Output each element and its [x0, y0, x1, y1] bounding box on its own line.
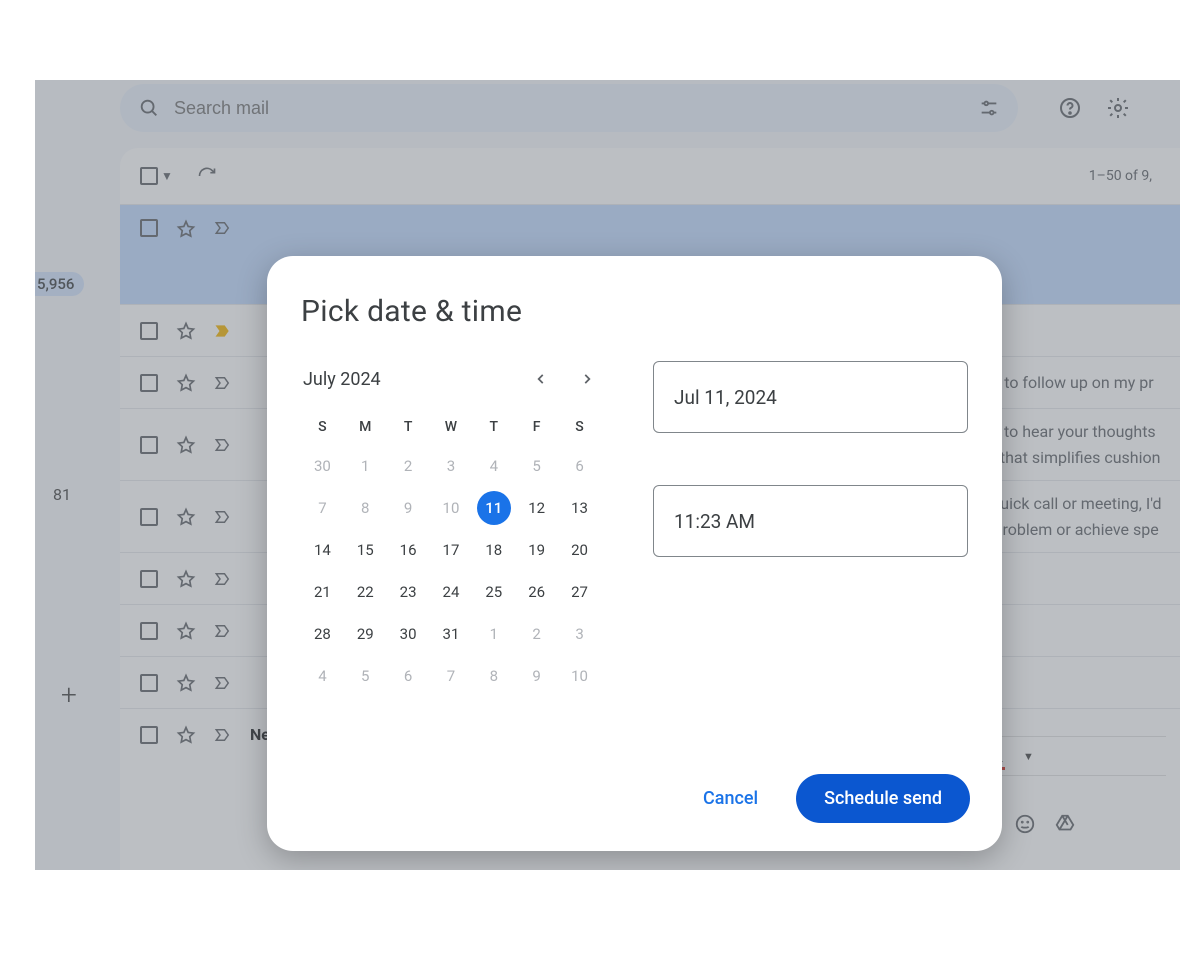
calendar-day[interactable]: 25	[472, 571, 515, 613]
calendar-day[interactable]: 27	[558, 571, 601, 613]
calendar-day[interactable]: 14	[301, 529, 344, 571]
calendar-day[interactable]: 21	[301, 571, 344, 613]
schedule-dialog: Pick date & time July 2024 SMTWTFS 30123…	[267, 256, 1002, 851]
calendar-day[interactable]: 28	[301, 613, 344, 655]
calendar-day[interactable]: 29	[344, 613, 387, 655]
calendar-day[interactable]: 4	[301, 655, 344, 697]
calendar-day[interactable]: 15	[344, 529, 387, 571]
calendar: July 2024 SMTWTFS 3012345678910111213141…	[301, 359, 601, 697]
calendar-day[interactable]: 24	[430, 571, 473, 613]
calendar-day[interactable]: 1	[344, 445, 387, 487]
calendar-day[interactable]: 4	[472, 445, 515, 487]
calendar-day[interactable]: 2	[387, 445, 430, 487]
calendar-dow: W	[430, 409, 473, 445]
calendar-dow: F	[515, 409, 558, 445]
calendar-day[interactable]: 30	[387, 613, 430, 655]
calendar-day[interactable]: 7	[301, 487, 344, 529]
calendar-month-label: July 2024	[303, 369, 381, 390]
calendar-day[interactable]: 3	[430, 445, 473, 487]
calendar-day[interactable]: 9	[515, 655, 558, 697]
calendar-day[interactable]: 16	[387, 529, 430, 571]
calendar-day[interactable]: 7	[430, 655, 473, 697]
prev-month-icon[interactable]	[527, 365, 555, 393]
schedule-send-button[interactable]: Schedule send	[796, 774, 970, 823]
calendar-day[interactable]: 18	[472, 529, 515, 571]
calendar-day[interactable]: 10	[430, 487, 473, 529]
date-input[interactable]: Jul 11, 2024	[653, 361, 968, 433]
calendar-day[interactable]: 13	[558, 487, 601, 529]
calendar-day[interactable]: 11	[472, 487, 515, 529]
next-month-icon[interactable]	[573, 365, 601, 393]
calendar-day[interactable]: 6	[558, 445, 601, 487]
calendar-day[interactable]: 2	[515, 613, 558, 655]
app-shell: 5,956 81 + ▼ 1–50 of 9, anted t	[35, 80, 1180, 870]
calendar-dow: T	[472, 409, 515, 445]
calendar-day[interactable]: 9	[387, 487, 430, 529]
dialog-title: Pick date & time	[301, 294, 968, 329]
calendar-day[interactable]: 1	[472, 613, 515, 655]
calendar-day[interactable]: 8	[344, 487, 387, 529]
calendar-day[interactable]: 19	[515, 529, 558, 571]
calendar-dow: S	[301, 409, 344, 445]
calendar-dow: T	[387, 409, 430, 445]
calendar-day[interactable]: 6	[387, 655, 430, 697]
calendar-day[interactable]: 10	[558, 655, 601, 697]
calendar-day[interactable]: 3	[558, 613, 601, 655]
calendar-dow: S	[558, 409, 601, 445]
calendar-day[interactable]: 8	[472, 655, 515, 697]
calendar-day[interactable]: 30	[301, 445, 344, 487]
calendar-day[interactable]: 20	[558, 529, 601, 571]
calendar-day[interactable]: 17	[430, 529, 473, 571]
calendar-day[interactable]: 26	[515, 571, 558, 613]
calendar-dow: M	[344, 409, 387, 445]
time-input[interactable]: 11:23 AM	[653, 485, 968, 557]
cancel-button[interactable]: Cancel	[691, 778, 770, 819]
calendar-day[interactable]: 5	[515, 445, 558, 487]
calendar-day[interactable]: 23	[387, 571, 430, 613]
calendar-day[interactable]: 31	[430, 613, 473, 655]
calendar-day[interactable]: 5	[344, 655, 387, 697]
calendar-day[interactable]: 12	[515, 487, 558, 529]
calendar-grid: SMTWTFS 30123456789101112131415161718192…	[301, 409, 601, 697]
calendar-day[interactable]: 22	[344, 571, 387, 613]
